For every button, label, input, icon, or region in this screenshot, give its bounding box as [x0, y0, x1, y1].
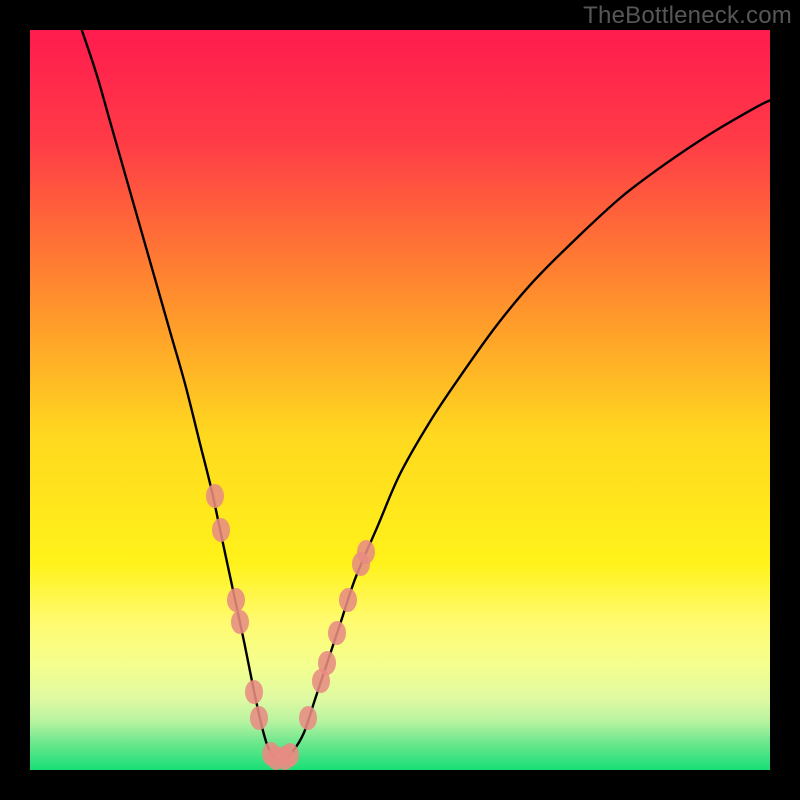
- plot-svg: [30, 30, 770, 770]
- plot-area: [30, 30, 770, 770]
- highlight-dot: [357, 540, 375, 564]
- highlight-dot: [212, 518, 230, 542]
- plot-background: [30, 30, 770, 770]
- watermark-text: TheBottleneck.com: [583, 2, 792, 30]
- chart-frame: [30, 30, 770, 770]
- highlight-dot: [227, 588, 245, 612]
- highlight-dot: [339, 588, 357, 612]
